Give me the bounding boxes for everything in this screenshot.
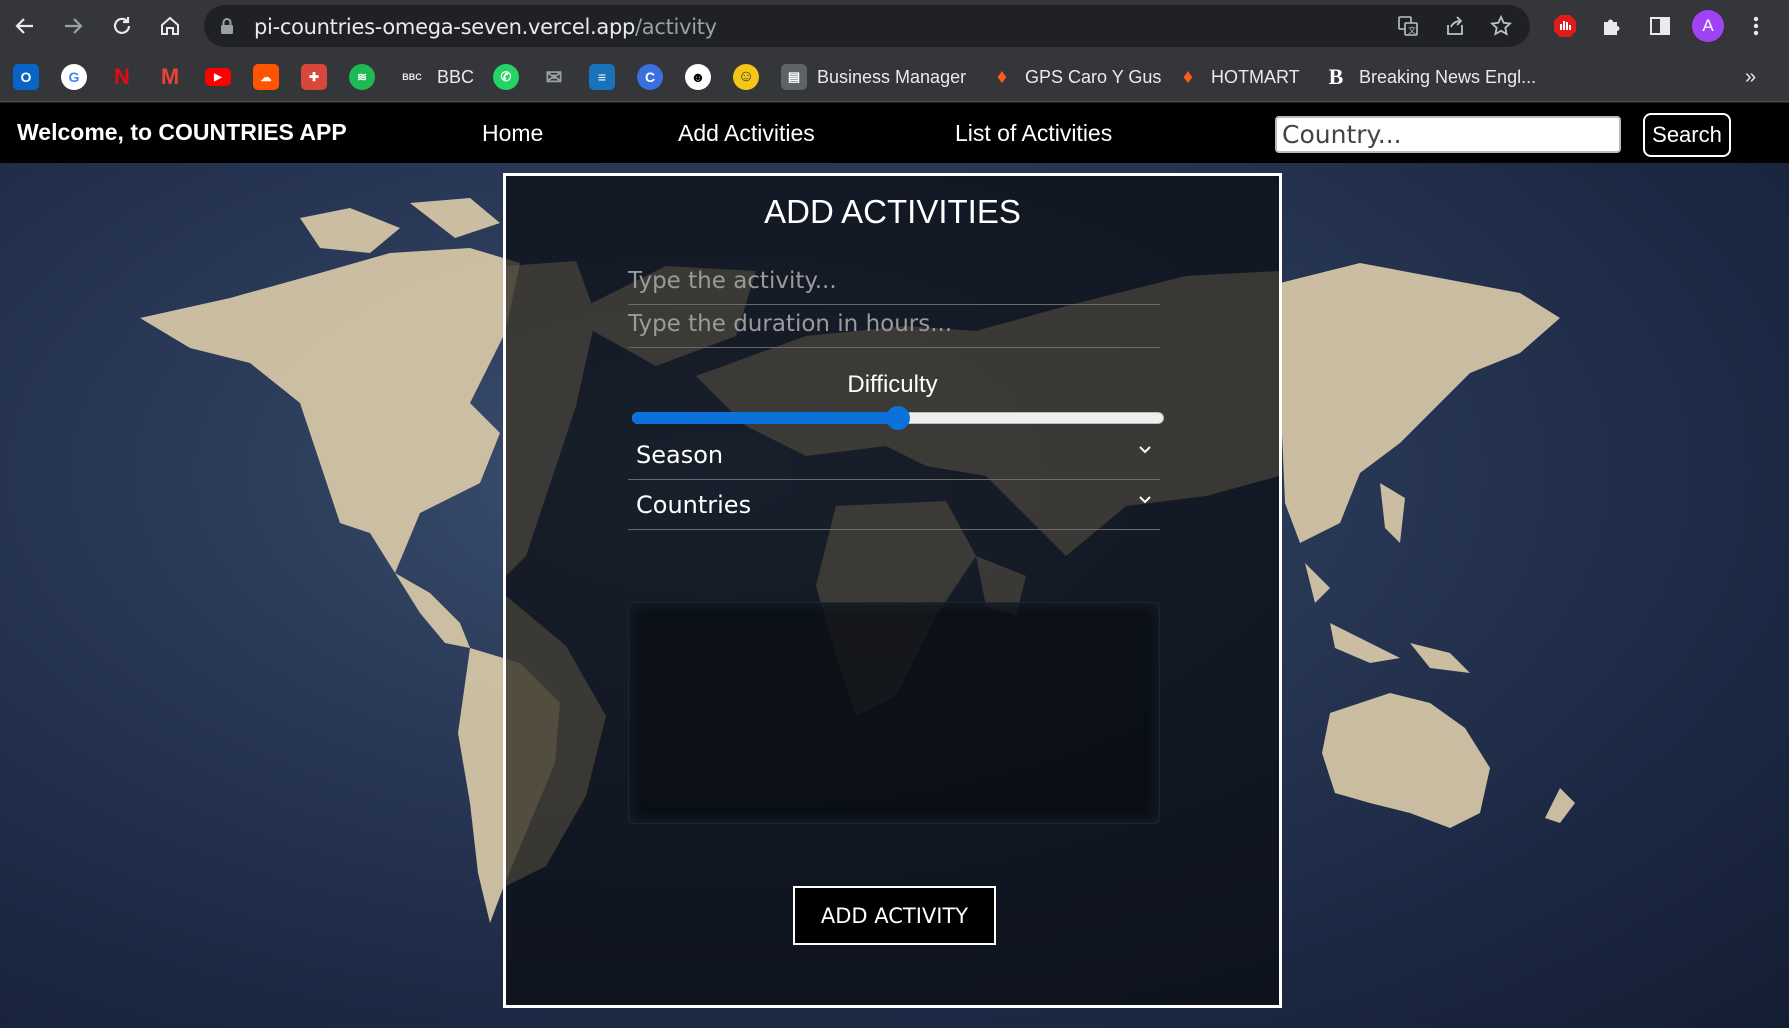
profile-avatar[interactable]: A — [1690, 8, 1726, 44]
back-arrow-icon[interactable] — [7, 8, 43, 44]
bookmark-whatsapp[interactable]: ✆ — [493, 64, 519, 90]
bookmark-youtube[interactable]: ▶ — [205, 64, 231, 90]
duration-input[interactable]: Type the duration in hours... — [628, 299, 1160, 348]
outlook-icon: O — [13, 64, 39, 90]
nav-home-link[interactable]: Home — [482, 120, 543, 147]
home-icon[interactable] — [152, 8, 188, 44]
bookmark-soundcloud[interactable]: ☁ — [253, 64, 279, 90]
bookmark-business-manager[interactable]: ▤ Business Manager — [781, 64, 966, 90]
countries-select-label: Countries — [636, 491, 752, 519]
bookmark-mail[interactable]: ✉ — [541, 64, 567, 90]
soundcloud-icon: ☁ — [253, 64, 279, 90]
bookmark-breaking-news[interactable]: B Breaking News Engl... — [1323, 64, 1536, 90]
bookmark-canva[interactable]: C — [637, 64, 663, 90]
address-bar[interactable]: pi-countries-omega-seven.vercel.app/acti… — [204, 5, 1530, 47]
gmail-icon: M — [160, 64, 180, 89]
app-viewport: Welcome, to COUNTRIES APP Home Add Activ… — [0, 103, 1789, 1028]
season-select[interactable]: Season — [628, 431, 1160, 480]
emoji-icon: ☺ — [733, 64, 759, 90]
url-text: pi-countries-omega-seven.vercel.app/acti… — [254, 15, 717, 39]
difficulty-slider[interactable] — [632, 406, 1164, 430]
nav-add-activities-link[interactable]: Add Activities — [678, 120, 815, 147]
add-activity-form: ADD ACTIVITIES Type the activity... Type… — [503, 173, 1282, 1008]
fire-icon: ♦ — [1182, 65, 1194, 88]
bbc-icon: BBC — [402, 72, 422, 82]
reload-icon[interactable] — [104, 8, 140, 44]
bookmark-gmail[interactable]: M — [157, 64, 183, 90]
crest-icon: ✚ — [301, 64, 327, 90]
bookmark-layers[interactable]: ≡ — [589, 64, 615, 90]
star-icon[interactable] — [1488, 13, 1514, 39]
adblock-icon[interactable] — [1547, 8, 1583, 44]
chevron-down-icon — [1138, 443, 1152, 462]
chevron-down-icon — [1138, 493, 1152, 512]
translate-icon[interactable]: 文 — [1395, 13, 1421, 39]
canva-icon: C — [637, 64, 663, 90]
youtube-icon: ▶ — [205, 68, 231, 86]
form-title: ADD ACTIVITIES — [764, 193, 1021, 230]
bookmark-crest[interactable]: ✚ — [301, 64, 327, 90]
extensions-icon[interactable] — [1594, 8, 1630, 44]
share-icon[interactable] — [1442, 13, 1468, 39]
bookmark-hotmart[interactable]: ♦ HOTMART — [1175, 64, 1300, 90]
difficulty-label: Difficulty — [847, 371, 938, 398]
b-icon: B — [1328, 64, 1344, 89]
side-panel-icon[interactable] — [1642, 8, 1678, 44]
activity-name-input[interactable]: Type the activity... — [628, 256, 1160, 305]
bookmarks-bar: O G N M ▶ ☁ ✚ ≋ BBC BBC ✆ ✉ ≡ C ☻ ☺ ▤ Busi… — [0, 52, 1789, 102]
bookmark-bbc[interactable]: BBC BBC — [397, 64, 474, 90]
layers-icon: ≡ — [589, 64, 615, 90]
browser-toolbar: pi-countries-omega-seven.vercel.app/acti… — [0, 0, 1789, 52]
bookmark-spotify[interactable]: ≋ — [349, 64, 375, 90]
panda-icon: ☻ — [685, 64, 711, 90]
spotify-icon: ≋ — [349, 64, 375, 90]
google-icon: G — [61, 64, 87, 90]
bookmark-emoji[interactable]: ☺ — [733, 64, 759, 90]
app-brand: Welcome, to COUNTRIES APP — [17, 119, 347, 145]
countries-select[interactable]: Countries — [628, 481, 1160, 530]
top-navbar: Welcome, to COUNTRIES APP Home Add Activ… — [0, 103, 1789, 163]
slider-fill — [632, 412, 898, 424]
svg-text:文: 文 — [1408, 25, 1416, 35]
page-icon: ▤ — [781, 64, 807, 90]
bookmark-gps[interactable]: ♦ GPS Caro Y Gus — [989, 64, 1162, 90]
season-select-label: Season — [636, 441, 724, 469]
bookmarks-overflow-icon[interactable]: » — [1745, 64, 1756, 90]
bookmark-panda[interactable]: ☻ — [685, 64, 711, 90]
lock-icon — [220, 17, 234, 40]
netflix-icon: N — [114, 64, 130, 89]
forward-arrow-icon[interactable] — [55, 8, 91, 44]
bookmark-google[interactable]: G — [61, 64, 87, 90]
slider-thumb[interactable] — [886, 406, 910, 430]
bookmark-outlook[interactable]: O — [13, 64, 39, 90]
bookmark-netflix[interactable]: N — [109, 64, 135, 90]
selected-countries-box — [628, 602, 1160, 824]
fire-icon: ♦ — [996, 65, 1008, 88]
add-activity-button[interactable]: ADD ACTIVITY — [793, 886, 996, 945]
search-button[interactable]: Search — [1643, 113, 1731, 157]
menu-dots-icon[interactable] — [1738, 8, 1774, 44]
nav-list-activities-link[interactable]: List of Activities — [955, 120, 1112, 147]
mail-icon: ✉ — [545, 66, 563, 89]
whatsapp-icon: ✆ — [493, 64, 519, 90]
country-search-input[interactable]: Country... — [1275, 116, 1621, 153]
